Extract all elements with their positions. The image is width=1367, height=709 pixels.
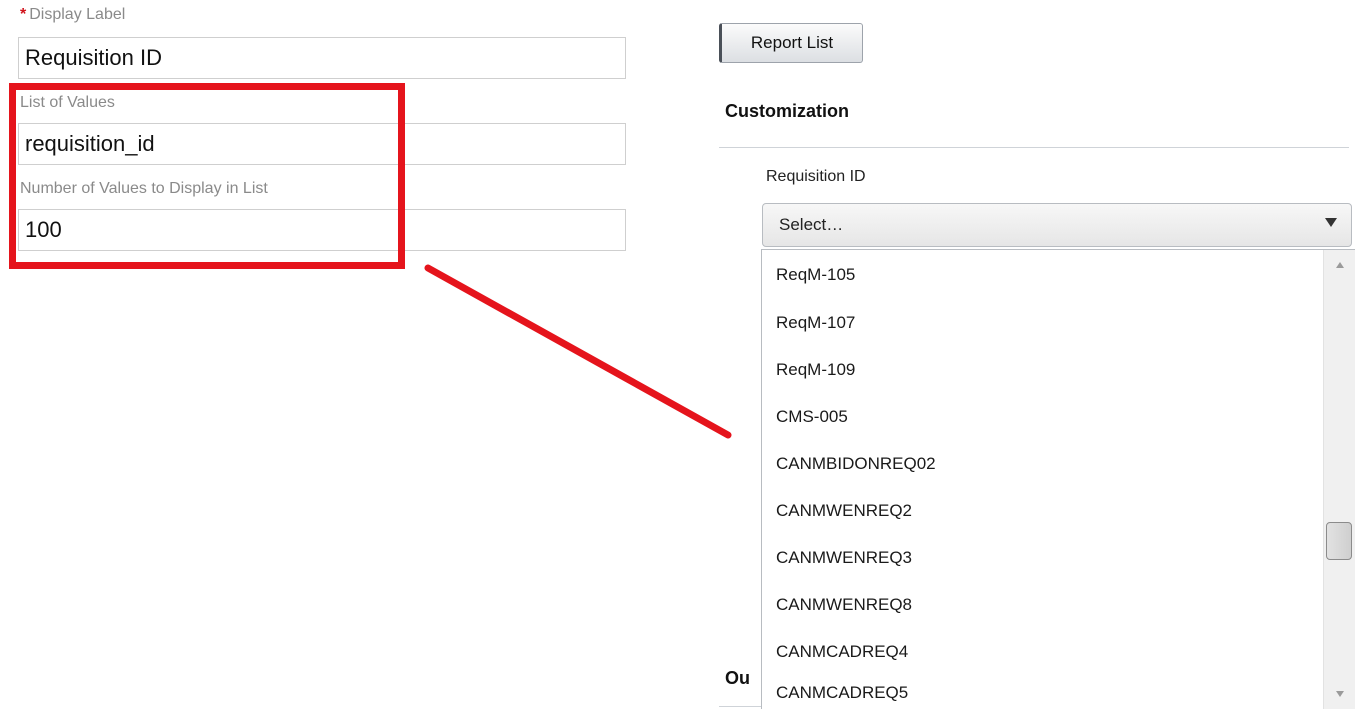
- option-item[interactable]: ReqM-105: [776, 265, 855, 285]
- bottom-divider: [719, 706, 764, 707]
- requisition-id-label: Requisition ID: [766, 168, 866, 185]
- scrollbar-thumb[interactable]: [1326, 522, 1352, 560]
- option-item[interactable]: CMS-005: [776, 407, 848, 427]
- arrow-down-icon: [1335, 691, 1344, 697]
- customization-heading: Customization: [725, 101, 849, 121]
- option-item[interactable]: CANMBIDONREQ02: [776, 454, 936, 474]
- dropdown-scrollbar[interactable]: [1323, 250, 1355, 709]
- next-section-heading: Ou: [725, 668, 750, 688]
- scroll-up-button[interactable]: [1324, 250, 1355, 280]
- option-item[interactable]: CANMCADREQ4: [776, 642, 908, 662]
- section-divider: [719, 147, 1349, 148]
- report-list-button[interactable]: Report List: [719, 23, 863, 63]
- option-item[interactable]: CANMWENREQ3: [776, 548, 912, 568]
- requisition-id-select[interactable]: Select…: [762, 203, 1352, 247]
- option-item[interactable]: ReqM-107: [776, 313, 855, 333]
- options-dropdown: ReqM-105 ReqM-107 ReqM-109 CMS-005 CANMB…: [761, 249, 1355, 709]
- option-item[interactable]: ReqM-109: [776, 360, 855, 380]
- option-item[interactable]: CANMWENREQ2: [776, 501, 912, 521]
- option-item[interactable]: CANMWENREQ8: [776, 595, 912, 615]
- option-item[interactable]: CANMCADREQ5: [776, 683, 908, 703]
- scroll-down-button[interactable]: [1324, 679, 1355, 709]
- select-placeholder: Select…: [779, 215, 844, 234]
- arrow-up-icon: [1335, 262, 1344, 268]
- chevron-down-icon: [1325, 218, 1337, 227]
